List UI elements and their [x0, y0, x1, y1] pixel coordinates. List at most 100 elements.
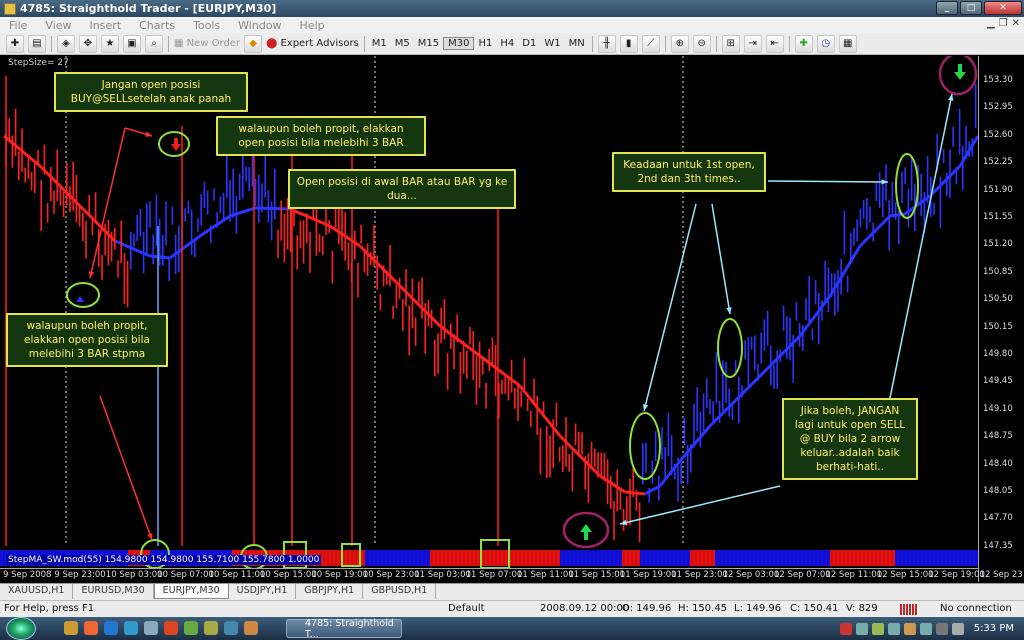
annotation-arrow	[99, 395, 153, 541]
navigator-icon[interactable]: ★	[101, 34, 119, 53]
timeframe-w1[interactable]: W1	[540, 38, 564, 49]
chart-tab[interactable]: EURUSD,M30	[73, 584, 154, 599]
menu-window[interactable]: Window	[229, 19, 290, 32]
chart-tab[interactable]: GBPJPY,H1	[296, 584, 364, 599]
profiles-icon[interactable]: ▤	[28, 34, 46, 53]
chart-shift-icon[interactable]: ⇤	[765, 34, 784, 53]
menu-insert[interactable]: Insert	[81, 19, 131, 32]
menu-help[interactable]: Help	[291, 19, 334, 32]
timeframe-m1[interactable]: M1	[368, 38, 391, 49]
market-watch-icon[interactable]: ◈	[57, 34, 75, 53]
indicator-strip-segment	[640, 550, 690, 566]
x-tick: 10 Sep 19:00	[311, 570, 369, 580]
chart-tab[interactable]: GBPUSD,H1	[363, 584, 437, 599]
chart-tabs: XAUUSD,H1 EURUSD,M30 EURJPY,M30 USDJPY,H1 GB…	[0, 583, 1024, 600]
app-icon-9[interactable]	[224, 621, 238, 635]
zoom-in-icon[interactable]: ⊕	[670, 34, 689, 53]
tray-icon-7[interactable]	[935, 622, 948, 635]
timeframe-d1[interactable]: D1	[518, 38, 540, 49]
price-chart[interactable]	[0, 56, 978, 568]
timeframe-m15[interactable]: M15	[414, 38, 443, 49]
mdi-close-icon[interactable]: ✕	[1012, 18, 1020, 29]
menu-tools[interactable]: Tools	[184, 19, 229, 32]
tray-icon-4[interactable]	[887, 622, 900, 635]
chart-area[interactable]: StepSize= 27 StepMA_SW.mod(55) 154.9800 …	[0, 56, 1024, 582]
templates-icon[interactable]: ▦	[838, 34, 857, 53]
timeframe-mn[interactable]: MN	[565, 38, 589, 49]
annotation-arrow	[643, 203, 697, 412]
x-tick: 10 Sep 23:00	[362, 570, 420, 580]
mdi-restore-icon[interactable]: ❐	[999, 18, 1008, 29]
y-tick: 150.15	[983, 321, 1013, 332]
timeframe-m5[interactable]: M5	[391, 38, 414, 49]
chart-tab[interactable]: XAUUSD,H1	[0, 584, 74, 599]
y-tick: 148.05	[983, 486, 1013, 496]
callout-max-3-bars-stpma: walaupun boleh propit, elakkan open posi…	[6, 313, 168, 367]
close-button[interactable]: ✕	[984, 1, 1022, 15]
autoscroll-icon[interactable]: ⇥	[743, 34, 762, 53]
minimize-button[interactable]: _	[936, 1, 958, 15]
x-tick: 10 Sep 11:00	[208, 570, 266, 580]
strategy-tester-icon[interactable]: ⌕	[145, 34, 163, 53]
timeframe-h1[interactable]: H1	[474, 38, 496, 49]
tray-icon-3[interactable]	[871, 622, 884, 635]
bar-chart-icon[interactable]: ╫	[597, 34, 616, 53]
app-icon-8[interactable]	[204, 621, 218, 635]
data-window-icon[interactable]: ✥	[79, 34, 97, 53]
ie-icon[interactable]	[104, 621, 118, 635]
new-chart-icon[interactable]: ✚	[6, 34, 24, 53]
callout-open-first-bar: Open posisi di awal BAR atau BAR yg ke d…	[288, 169, 516, 209]
firefox-icon[interactable]	[84, 621, 98, 635]
x-tick: 10 Sep 03:00	[105, 570, 163, 580]
desktop-icon[interactable]	[144, 621, 158, 635]
indicators-icon[interactable]: ✚	[794, 34, 813, 53]
tray-icon-2[interactable]	[855, 622, 868, 635]
x-tick: 11 Sep 23:00	[671, 570, 728, 580]
status-volume: V: 829	[846, 603, 878, 614]
tray-icon-6[interactable]	[919, 622, 932, 635]
ma-line-segment	[708, 394, 742, 428]
timeframe-h4[interactable]: H4	[496, 38, 518, 49]
terminal-icon[interactable]: ▣	[123, 34, 141, 53]
indicator-strip-segment	[690, 550, 715, 566]
app-icon-7[interactable]	[184, 621, 198, 635]
volume-icon[interactable]	[951, 622, 964, 635]
chart-tab[interactable]: EURJPY,M30	[153, 584, 229, 599]
timeframe-m30[interactable]: M30	[443, 37, 475, 50]
mdi-minimize-icon[interactable]: ▁	[987, 18, 995, 29]
status-profile: Default	[448, 603, 485, 614]
taskbar-task-trader[interactable]: 4785: Straighthold T...	[286, 618, 402, 640]
tile-windows-icon[interactable]: ⊞	[721, 34, 740, 53]
new-order-button[interactable]: ▦ New Order	[174, 35, 240, 53]
y-tick: 152.95	[983, 102, 1013, 113]
folder-icon[interactable]	[64, 621, 78, 635]
menu-file[interactable]: File	[0, 19, 36, 32]
chart-tab[interactable]: USDJPY,H1	[229, 584, 297, 599]
metaeditor-icon[interactable]: ◆	[244, 34, 263, 53]
annotation-arrow	[889, 93, 953, 399]
start-button[interactable]	[6, 617, 36, 640]
status-connection: No connection	[940, 603, 1012, 614]
messenger-icon[interactable]	[124, 621, 138, 635]
indicator-strip-segment	[430, 550, 560, 566]
maximize-button[interactable]: □	[960, 1, 982, 15]
window-title: 4785: Straighthold Trader - [EURJPY,M30]	[20, 2, 277, 15]
menu-view[interactable]: View	[36, 19, 80, 32]
line-chart-icon[interactable]: ⟋	[641, 34, 660, 53]
app-icon-10[interactable]	[244, 621, 258, 635]
zoom-out-icon[interactable]: ⊖	[692, 34, 711, 53]
indicator-strip-segment	[895, 550, 978, 566]
tray-icon-5[interactable]	[903, 622, 916, 635]
ma-line-segment	[289, 207, 331, 228]
ma-line-segment	[658, 460, 682, 487]
expert-advisors-button[interactable]: ⬤ Expert Advisors	[266, 35, 359, 53]
candlestick-icon[interactable]: ▮	[619, 34, 638, 53]
x-tick: 11 Sep 07:00	[465, 570, 523, 580]
periods-icon[interactable]: ◷	[816, 34, 835, 53]
clock: 5:33 PM	[973, 623, 1014, 634]
tray-icon-1[interactable]	[839, 622, 852, 635]
buy-arrow-icon	[76, 296, 84, 302]
menu-charts[interactable]: Charts	[130, 19, 184, 32]
media-icon[interactable]	[164, 621, 178, 635]
status-low: L: 149.96	[734, 603, 782, 614]
